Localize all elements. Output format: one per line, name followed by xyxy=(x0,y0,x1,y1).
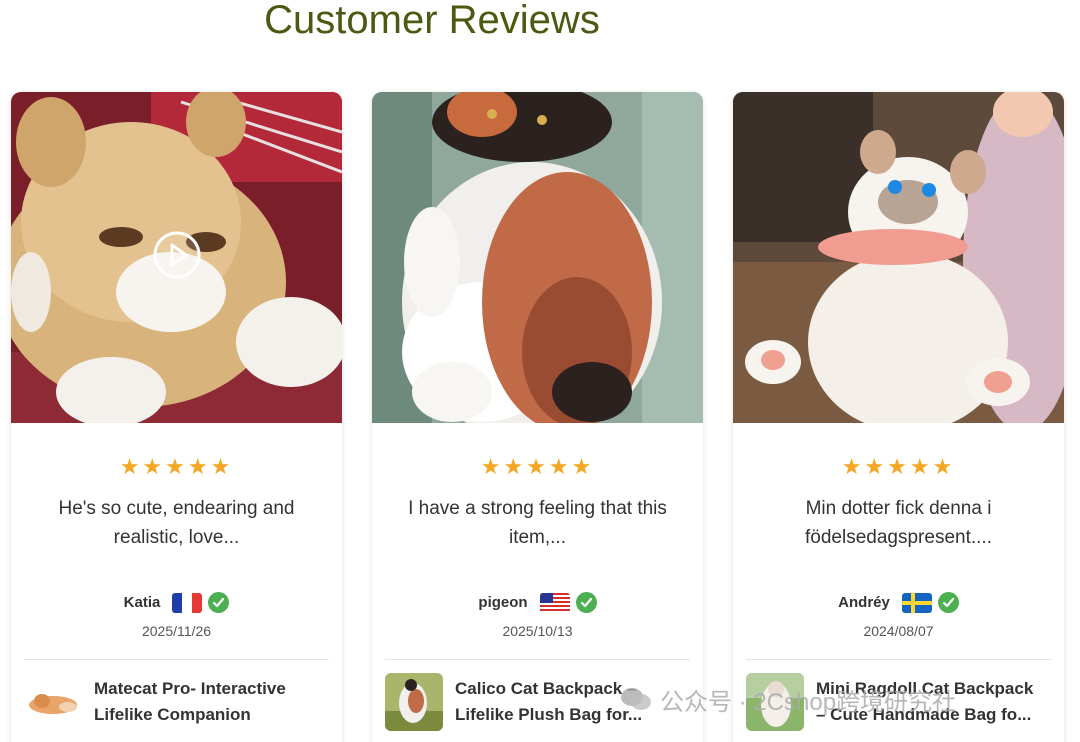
verified-check-icon xyxy=(575,592,597,613)
review-photo-image xyxy=(733,92,1064,423)
sweden-flag-icon xyxy=(901,592,932,613)
review-date: 2025/11/26 xyxy=(141,623,212,639)
star-rating: ★★★★★ xyxy=(480,454,595,479)
star-rating: ★★★★★ xyxy=(119,454,234,479)
review-text[interactable]: I have a strong feeling that this item,.… xyxy=(402,494,673,552)
author-row: Andréy xyxy=(733,592,1064,613)
review-photo[interactable] xyxy=(733,92,1064,423)
reviews-section: Customer Reviews ★★★★★ He's so cute, end… xyxy=(0,0,1080,742)
wechat-icon xyxy=(621,688,651,710)
product-name-line-2: Lifelike Companion xyxy=(94,705,251,724)
author-name: Andréy xyxy=(838,594,890,611)
divider xyxy=(24,659,329,660)
review-photo[interactable] xyxy=(11,92,342,423)
review-text[interactable]: Min dotter fick denna i födelsedagsprese… xyxy=(763,494,1034,552)
author-row: Katia xyxy=(11,592,342,613)
author-row: pigeon xyxy=(372,592,703,613)
author-name: pigeon xyxy=(478,594,528,611)
review-date: 2025/10/13 xyxy=(502,623,573,639)
review-card[interactable]: ★★★★★ He's so cute, endearing and realis… xyxy=(11,92,342,742)
author-name: Katia xyxy=(123,594,161,611)
verified-check-icon xyxy=(208,592,230,613)
section-title: Customer Reviews xyxy=(264,0,600,42)
verified-check-icon xyxy=(937,592,959,613)
review-text[interactable]: He's so cute, endearing and realistic, l… xyxy=(41,494,312,552)
star-rating: ★★★★★ xyxy=(841,454,956,479)
watermark: 公众号 · 2Cshop跨境研究社 xyxy=(620,683,957,716)
product-thumbnail[interactable] xyxy=(24,673,82,731)
product-thumbnail[interactable] xyxy=(385,673,443,731)
product-name-line-1: Matecat Pro- Interactive xyxy=(94,679,286,698)
divider xyxy=(746,659,1051,660)
review-photo-image xyxy=(372,92,703,423)
divider xyxy=(385,659,690,660)
product-link[interactable]: Matecat Pro- Interactive Lifelike Compan… xyxy=(24,672,329,732)
review-photo[interactable] xyxy=(372,92,703,423)
review-card[interactable]: ★★★★★ I have a strong feeling that this … xyxy=(372,92,703,742)
review-card[interactable]: ★★★★★ Min dotter fick denna i födelsedag… xyxy=(733,92,1064,742)
france-flag-icon xyxy=(172,592,203,613)
play-icon[interactable] xyxy=(152,230,202,280)
us-flag-icon xyxy=(539,592,570,613)
watermark-text: 公众号 · 2Cshop跨境研究社 xyxy=(660,688,957,716)
product-name[interactable]: Matecat Pro- Interactive Lifelike Compan… xyxy=(94,676,324,728)
review-date: 2024/08/07 xyxy=(863,623,934,639)
